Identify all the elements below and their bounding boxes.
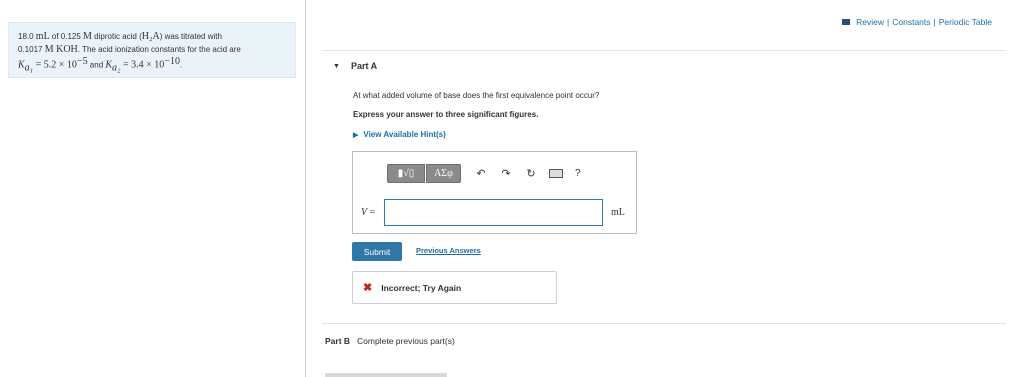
- scroll-indicator: [325, 373, 447, 377]
- constants-link[interactable]: Constants: [892, 17, 930, 27]
- redo-icon[interactable]: ↷: [499, 167, 513, 180]
- keyboard-icon[interactable]: [549, 169, 563, 178]
- collapse-caret-icon[interactable]: ▼: [333, 63, 340, 70]
- view-hints-link[interactable]: ▶ View Available Hint(s): [353, 130, 446, 139]
- part-a-header[interactable]: ▼ Part A: [333, 61, 377, 71]
- ka2-subscript: a₂: [112, 62, 121, 74]
- ka2-exponent: −10: [164, 56, 180, 67]
- titrated-text: ) was titrated with: [159, 32, 222, 41]
- ka2-value: = 3.4 × 10: [120, 59, 165, 71]
- problem-line-3: Ka₁ = 5.2 × 10−5 and Ka₂ = 3.4 × 10−10.: [18, 56, 286, 75]
- previous-answers-link[interactable]: Previous Answers: [416, 246, 481, 255]
- constants-text: . The acid ionization constants for the …: [77, 44, 241, 54]
- hint-label: View Available Hint(s): [363, 130, 446, 139]
- answer-input[interactable]: [384, 199, 603, 226]
- ka1-subscript: a₁: [24, 62, 34, 74]
- periodic-table-link[interactable]: Periodic Table: [939, 17, 992, 27]
- base-concentration: 0.1017: [18, 44, 45, 54]
- unit-molar: M: [83, 31, 92, 42]
- and-text: and: [87, 60, 106, 70]
- problem-line-1: 18.0 mL of 0.125 M diprotic acid (H₂A) w…: [18, 31, 286, 44]
- part-divider: [322, 323, 1006, 324]
- acid-formula: H₂A: [141, 31, 160, 42]
- base-formula: M KOH: [44, 43, 78, 55]
- concentration-value: of 0.125: [49, 32, 84, 41]
- ka1-symbol: K: [18, 59, 25, 71]
- book-icon: [842, 19, 851, 25]
- incorrect-x-icon: ✖: [363, 282, 373, 294]
- problem-statement: 18.0 mL of 0.125 M diprotic acid (H₂A) w…: [8, 22, 296, 78]
- ka1-exponent: −5: [76, 56, 88, 67]
- templates-button[interactable]: ▮√▯: [387, 164, 425, 183]
- answer-editor: ▮√▯ ΑΣφ ↶ ↷ ↻ ? V = mL: [352, 151, 637, 234]
- symbols-button[interactable]: ΑΣφ: [426, 164, 461, 183]
- period: .: [179, 60, 183, 70]
- review-link[interactable]: Review: [856, 17, 884, 27]
- part-b-title: Part B: [325, 336, 351, 346]
- undo-icon[interactable]: ↶: [474, 167, 488, 180]
- math-toolbar: ▮√▯ ΑΣφ ↶ ↷ ↻ ?: [387, 164, 581, 183]
- part-b-header: Part B Complete previous part(s): [325, 336, 455, 346]
- ka1-value: = 5.2 × 10: [33, 59, 77, 71]
- unit-ml: mL: [35, 31, 50, 42]
- panel-divider: [305, 0, 306, 377]
- resource-links: Review | Constants | Periodic Table: [842, 17, 992, 27]
- feedback-box: ✖ Incorrect; Try Again: [352, 271, 557, 304]
- link-separator: |: [887, 17, 890, 27]
- instruction-text: Express your answer to three significant…: [353, 110, 539, 119]
- help-icon[interactable]: ?: [575, 168, 581, 179]
- submit-button[interactable]: Submit: [352, 242, 402, 261]
- problem-line-2: 0.1017 M KOH. The acid ionization consta…: [18, 44, 286, 57]
- variable-label: V =: [361, 207, 375, 218]
- feedback-text: Incorrect; Try Again: [381, 282, 462, 293]
- part-a-title: Part A: [350, 61, 378, 71]
- equals-sign: =: [367, 207, 376, 218]
- unit-label: mL: [611, 207, 625, 218]
- expand-triangle-icon: ▶: [353, 131, 359, 139]
- part-b-status: Complete previous part(s): [357, 336, 455, 346]
- volume-value: 18.0: [18, 32, 36, 41]
- header-divider: [322, 50, 1006, 51]
- reset-icon[interactable]: ↻: [524, 167, 538, 180]
- question-text: At what added volume of base does the fi…: [353, 91, 600, 100]
- link-separator: |: [933, 17, 936, 27]
- acid-text: diprotic acid (: [91, 32, 142, 41]
